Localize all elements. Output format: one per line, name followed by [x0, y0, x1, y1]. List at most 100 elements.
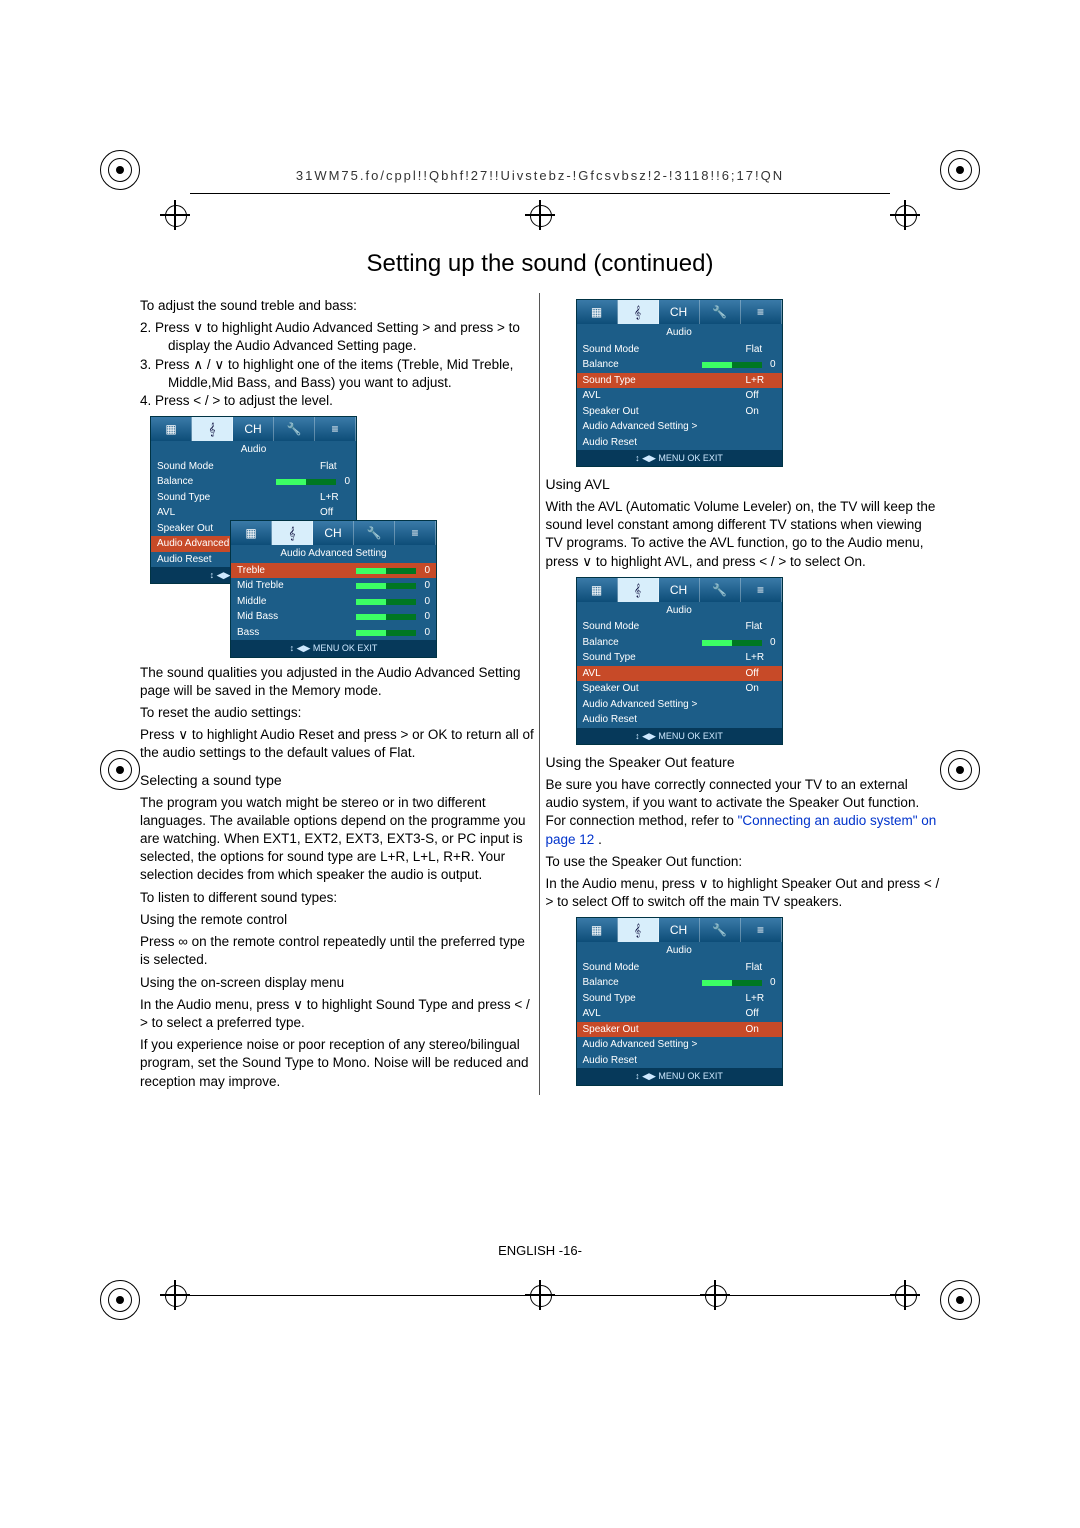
row-value: Off [320, 506, 350, 520]
row-value: L+R [746, 374, 776, 388]
row-label: Sound Mode [583, 961, 640, 975]
row-value: Flat [746, 343, 776, 357]
row-label: AVL [583, 667, 601, 681]
registration-mark [100, 1280, 140, 1320]
step-4: 4. Press < / > to adjust the level. [140, 392, 535, 410]
tab-channel-icon: CH [233, 417, 274, 441]
row-value: L+R [320, 491, 350, 505]
tab-tools-icon: ≡ [315, 417, 356, 441]
intro-text: To adjust the sound treble and bass: [140, 297, 535, 315]
level-bar [356, 568, 416, 574]
row-value: L+R [746, 992, 776, 1006]
row-value: 0 [344, 475, 350, 489]
row-label: Balance [583, 976, 619, 990]
row-value: Flat [746, 961, 776, 975]
avl-text: With the AVL (Automatic Volume Leveler) … [546, 498, 941, 571]
row-label: Speaker Out [583, 1023, 639, 1037]
rule-bottom [190, 1295, 890, 1296]
osd-footer: ↕ ◀▶ MENU OK EXIT [577, 1068, 782, 1084]
row-value: On [746, 405, 776, 419]
tab-setup-icon: 🔧 [700, 300, 741, 324]
page-footer: ENGLISH -16- [0, 1243, 1080, 1258]
tab-channel-icon: CH [659, 578, 700, 602]
tab-channel-icon: CH [659, 918, 700, 942]
row-label: Speaker Out [583, 405, 639, 419]
osd-avl: ▦ 𝄞 CH 🔧 ≡ Audio Sound ModeFlat Balance0… [576, 577, 783, 745]
osd-title: Audio [577, 942, 782, 960]
speaker-out-text: Be sure you have correctly connected you… [546, 776, 941, 849]
level-bar [356, 614, 416, 620]
osd-footer: ↕ ◀▶ MENU OK EXIT [577, 450, 782, 466]
registration-mark [100, 750, 140, 790]
remote-heading: Using the remote control [140, 911, 535, 929]
row-value: Off [746, 667, 776, 681]
speaker-use-heading: To use the Speaker Out function: [546, 853, 941, 871]
row-value: 0 [424, 564, 430, 578]
tab-tools-icon: ≡ [741, 578, 782, 602]
cross-mark [890, 1280, 920, 1310]
speaker-out-heading: Using the Speaker Out feature [546, 753, 941, 772]
tab-channel-icon: CH [659, 300, 700, 324]
row-value: 0 [424, 579, 430, 593]
remote-text: Press ∞ on the remote control repeatedly… [140, 933, 535, 969]
reset-heading: To reset the audio settings: [140, 704, 535, 722]
row-value: 0 [424, 595, 430, 609]
row-audio-reset: Audio Reset [577, 712, 782, 728]
row-label: Balance [583, 358, 619, 372]
tab-setup-icon: 🔧 [354, 521, 395, 545]
page-title: Setting up the sound (continued) [140, 250, 940, 278]
step-3: 3. Press ∧ / ∨ to highlight one of the i… [140, 356, 535, 392]
row-label: AVL [583, 389, 601, 403]
row-label: Speaker Out [157, 522, 213, 536]
reset-text: Press ∨ to highlight Audio Reset and pre… [140, 726, 535, 762]
row-value: On [746, 1023, 776, 1037]
row-adv-setting: Audio Advanced Setting > [577, 419, 782, 435]
tab-picture-icon: ▦ [577, 918, 618, 942]
tab-picture-icon: ▦ [231, 521, 272, 545]
registration-mark [100, 150, 140, 190]
tab-setup-icon: 🔧 [700, 918, 741, 942]
osd-menu-text: In the Audio menu, press ∨ to highlight … [140, 996, 535, 1032]
row-value: Flat [746, 620, 776, 634]
tab-setup-icon: 🔧 [700, 578, 741, 602]
tab-audio-icon: 𝄞 [618, 300, 659, 324]
row-value: 0 [770, 976, 776, 990]
osd-title: Audio Advanced Setting [231, 545, 436, 563]
registration-mark [940, 150, 980, 190]
balance-bar [702, 980, 762, 986]
osd-footer: ↕ ◀▶ MENU OK EXIT [231, 640, 436, 656]
row-label: Bass [237, 626, 259, 640]
row-value: 0 [770, 636, 776, 650]
row-label: AVL [157, 506, 175, 520]
tab-tools-icon: ≡ [741, 300, 782, 324]
row-audio-reset: Audio Reset [577, 435, 782, 451]
row-label: Speaker Out [583, 682, 639, 696]
osd-footer: ↕ ◀▶ MENU OK EXIT [577, 728, 782, 744]
rule-top [190, 193, 890, 194]
row-value: Off [746, 389, 776, 403]
osd-title: Audio [577, 324, 782, 342]
step-2: 2. Press ∨ to highlight Audio Advanced S… [140, 319, 535, 355]
tab-channel-icon: CH [313, 521, 354, 545]
row-value: Flat [320, 460, 350, 474]
level-bar [356, 630, 416, 636]
row-value: 0 [770, 358, 776, 372]
osd-sound-type: ▦ 𝄞 CH 🔧 ≡ Audio Sound ModeFlat Balance0… [576, 299, 783, 467]
noise-text: If you experience noise or poor receptio… [140, 1036, 535, 1091]
tab-picture-icon: ▦ [151, 417, 192, 441]
right-column: ▦ 𝄞 CH 🔧 ≡ Audio Sound Mode Flat Balance 0… [540, 293, 941, 1095]
tab-audio-icon: 𝄞 [272, 521, 313, 545]
cross-mark [160, 200, 190, 230]
tab-audio-icon: 𝄞 [618, 578, 659, 602]
tab-picture-icon: ▦ [577, 300, 618, 324]
row-label: Balance [157, 475, 193, 489]
row-label: Mid Treble [237, 579, 284, 593]
after-osd-text: The sound qualities you adjusted in the … [140, 664, 535, 700]
osd-audio-advanced: ▦ 𝄞 CH 🔧 ≡ Audio Advanced Setting Treble… [230, 520, 437, 657]
speaker-out-text-b: . [594, 832, 602, 847]
osd-title: Audio [577, 602, 782, 620]
left-column: To adjust the sound treble and bass: 2. … [140, 293, 540, 1095]
header-code: 31WM75.fo/cppl!!Qbhf!27!!Uivstebz-!Gfcsv… [0, 168, 1080, 183]
registration-mark [940, 1280, 980, 1320]
row-value: On [746, 682, 776, 696]
